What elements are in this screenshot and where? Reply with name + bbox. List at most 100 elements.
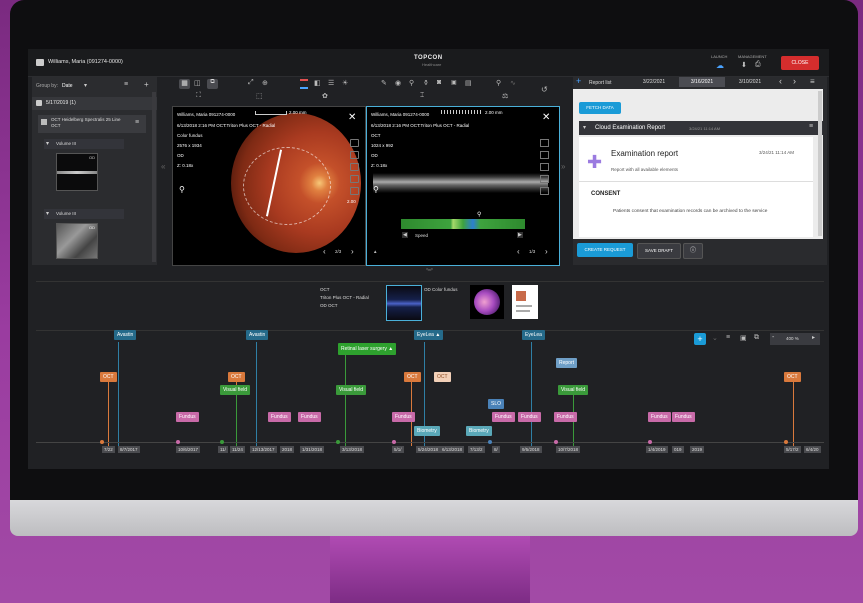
sidebar-scrollbar[interactable] <box>152 92 156 262</box>
tool-icon[interactable] <box>350 151 359 159</box>
event-tag-oct[interactable]: OCT <box>100 372 117 382</box>
event-tag-fundus[interactable]: Fundus <box>648 412 671 422</box>
speed-prev-icon[interactable]: ◀ <box>402 232 408 238</box>
viewer-left[interactable]: Williams, Maria 091274-0000 2.00 mm 6/13… <box>172 106 366 266</box>
volume-header-1[interactable]: ▾ Volume III <box>44 139 124 149</box>
palette-icon[interactable]: ✿ <box>322 92 328 100</box>
overlay-icon[interactable]: ⧉ <box>207 79 218 89</box>
speed-bar[interactable] <box>401 219 525 229</box>
event-tag-fundus[interactable]: Fundus <box>176 412 199 422</box>
volume-header-2[interactable]: ▾ Volume III <box>44 209 124 219</box>
save-draft-button[interactable]: SAVE DRAFT <box>637 243 681 259</box>
ruler-icon[interactable]: ⌶ <box>420 92 424 100</box>
report-scrollbar[interactable] <box>818 91 822 236</box>
menu-icon[interactable]: ≡ <box>135 119 139 126</box>
event-tag-fundus[interactable]: Fundus <box>518 412 541 422</box>
tool-icon[interactable] <box>540 151 549 159</box>
event-tag-slo[interactable]: SLO <box>488 399 505 409</box>
event-tag-biometry[interactable]: Biometry <box>466 426 492 436</box>
brightness-icon[interactable]: ☀ <box>342 79 348 87</box>
tool-icon[interactable] <box>350 175 359 183</box>
zoom-in-icon[interactable]: ▸ <box>812 334 815 341</box>
lock-icon[interactable] <box>540 139 549 147</box>
report-tab[interactable]: 3/10/2021 <box>727 77 773 87</box>
event-tag-fundus[interactable]: Fundus <box>672 412 695 422</box>
zoom-icon[interactable]: ⊕ <box>262 79 268 87</box>
event-tag-eylea[interactable]: EyeLea ▲ <box>414 330 444 340</box>
report-tab[interactable]: 3/22/2021 <box>631 77 677 87</box>
event-tag-fundus[interactable]: Fundus <box>268 412 291 422</box>
add-icon[interactable]: + <box>144 80 149 89</box>
event-tag-visual-field[interactable]: Visual field <box>336 385 367 395</box>
print-icon[interactable]: ⎙ <box>755 61 761 69</box>
event-tag-fundus[interactable]: Fundus <box>492 412 515 422</box>
split-layout-icon[interactable]: ◫ <box>194 79 201 87</box>
add-report-icon[interactable]: + <box>576 76 581 86</box>
report-tab-active[interactable]: 3/16/2021 <box>679 77 725 87</box>
create-request-button[interactable]: CREATE REQUEST <box>577 243 633 257</box>
date-group-row[interactable]: 5/17/2019 (1) <box>32 97 157 110</box>
filter-icon[interactable]: ≡ <box>124 81 128 88</box>
volume-thumbnail[interactable]: OD <box>56 223 98 259</box>
expand-icon[interactable]: ⤢ <box>248 79 254 87</box>
tab-prev-icon[interactable]: ‹ <box>779 76 782 86</box>
filter-icon[interactable]: ≡ <box>726 334 730 341</box>
event-tag-fundus[interactable]: Fundus <box>298 412 321 422</box>
section-menu-icon[interactable]: ≡ <box>809 123 813 130</box>
tab-next-icon[interactable]: › <box>793 76 796 86</box>
info-icon[interactable]: ⓘ <box>683 243 703 259</box>
camera-icon[interactable]: ◙ <box>437 79 441 86</box>
collapse-timeline-icon[interactable]: ︾ <box>426 267 433 277</box>
tool-icon[interactable] <box>540 175 549 183</box>
report-icon[interactable]: ▣ <box>451 79 457 86</box>
event-tag-avastin[interactable]: Avastin <box>246 330 269 340</box>
compare-icon[interactable]: ⧉ <box>754 334 759 342</box>
exam-item[interactable]: OCT Heidelberg Spectralis 25 Line OCT ≡ <box>38 115 146 133</box>
volume-thumbnail[interactable]: OD <box>56 153 98 191</box>
preview-fundus-thumbnail[interactable] <box>470 285 504 319</box>
chevron-down-icon[interactable]: ▾ <box>84 82 87 89</box>
lock-icon[interactable] <box>350 139 359 147</box>
next-icon[interactable]: › <box>545 247 548 256</box>
fullscreen-icon[interactable]: ⛶ <box>196 92 201 100</box>
speed-next-icon[interactable]: ▶ <box>517 232 523 238</box>
prev-icon[interactable]: ‹ <box>517 247 520 256</box>
event-tag-oct[interactable]: OCT <box>404 372 421 382</box>
event-tag-visual-field[interactable]: Visual field <box>558 385 589 395</box>
chevron-down-icon[interactable]: ⌄ <box>712 334 718 342</box>
contrast-icon[interactable]: ◧ <box>314 79 321 87</box>
event-tag-report[interactable]: Report <box>556 358 578 368</box>
preview-oct-thumbnail[interactable] <box>386 285 422 321</box>
event-tag-oct[interactable]: OCT <box>434 372 451 382</box>
location-pin-icon[interactable]: ⚲ <box>373 185 379 194</box>
expand-right-icon[interactable]: » <box>561 162 565 171</box>
zoom-control[interactable]: - 400 % ▸ <box>770 333 820 345</box>
grid-layout-icon[interactable]: ▦ <box>179 79 190 89</box>
section-header[interactable]: ▾ Cloud Examination Report 3/24/21 11:14… <box>579 121 823 135</box>
color-channel-icon[interactable] <box>300 79 308 89</box>
close-button[interactable]: CLOSE <box>781 56 819 70</box>
prev-icon[interactable]: ‹ <box>323 247 326 256</box>
group-by-select[interactable]: Date <box>62 83 73 89</box>
history-icon[interactable]: ↺ <box>541 85 548 94</box>
wave-icon[interactable]: ∿ <box>510 79 516 87</box>
event-tag-avastin[interactable]: Avastin <box>114 330 137 340</box>
event-tag-fundus[interactable]: Fundus <box>554 412 577 422</box>
hamburger-icon[interactable]: ≡ <box>810 77 815 86</box>
draw-icon[interactable]: ✎ <box>381 79 387 87</box>
close-icon[interactable]: ✕ <box>348 112 356 123</box>
launch-icon[interactable]: ☁ <box>716 61 724 70</box>
patient-title[interactable]: Williams, Maria (091274-0000) <box>48 59 123 65</box>
zoom-out-icon[interactable]: - <box>772 334 774 341</box>
fetch-data-button[interactable]: FETCH DATA <box>579 102 621 114</box>
next-icon[interactable]: › <box>351 247 354 256</box>
tool-icon[interactable] <box>540 187 549 195</box>
event-tag-oct[interactable]: OCT <box>784 372 801 382</box>
event-tag-visual-field[interactable]: Visual field <box>220 385 251 395</box>
event-tag-oct[interactable]: OCT <box>228 372 245 382</box>
tool-icon[interactable] <box>540 163 549 171</box>
image-icon[interactable]: ▤ <box>465 79 472 87</box>
preview-report-thumbnail[interactable] <box>512 285 538 319</box>
event-tag-fundus[interactable]: Fundus <box>392 412 415 422</box>
tool-icon[interactable] <box>350 163 359 171</box>
